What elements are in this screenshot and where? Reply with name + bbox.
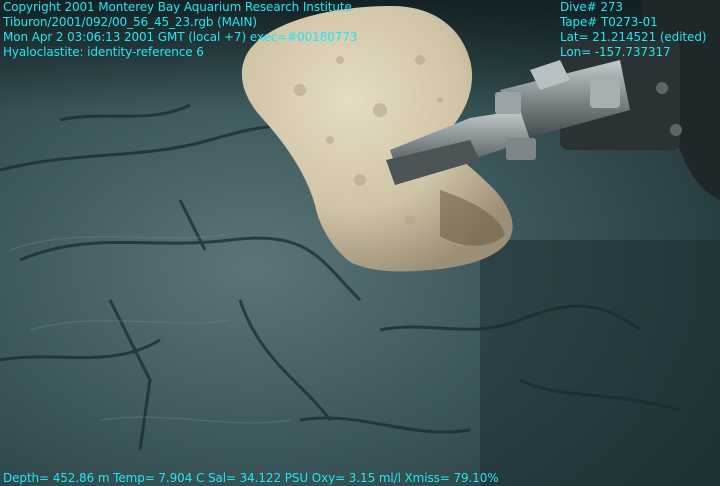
latitude: Lat= 21.214521 (edited) xyxy=(560,30,707,44)
tape-number: Tape# T0273-01 xyxy=(560,15,658,29)
copyright-line: Copyright 2001 Monterey Bay Aquarium Res… xyxy=(3,0,352,14)
timestamp-line: Mon Apr 2 03:06:13 2001 GMT (local +7) e… xyxy=(3,30,358,44)
dive-number: Dive# 273 xyxy=(560,0,623,14)
longitude: Lon= -157.737317 xyxy=(560,45,671,59)
rov-video-frame: Copyright 2001 Monterey Bay Aquarium Res… xyxy=(0,0,720,486)
dive-info-top-left: Copyright 2001 Monterey Bay Aquarium Res… xyxy=(3,0,358,60)
sample-label-line: Hyaloclastite: identity-reference 6 xyxy=(3,45,204,59)
sensor-readout-line: Depth= 452.86 m Temp= 7.904 C Sal= 34.12… xyxy=(3,471,499,485)
sensor-readout: Depth= 452.86 m Temp= 7.904 C Sal= 34.12… xyxy=(3,471,499,486)
seafloor-scene xyxy=(0,0,720,486)
image-file-line: Tiburon/2001/092/00_56_45_23.rgb (MAIN) xyxy=(3,15,257,29)
dive-info-top-right: Dive# 273 Tape# T0273-01 Lat= 21.214521 … xyxy=(560,0,707,60)
